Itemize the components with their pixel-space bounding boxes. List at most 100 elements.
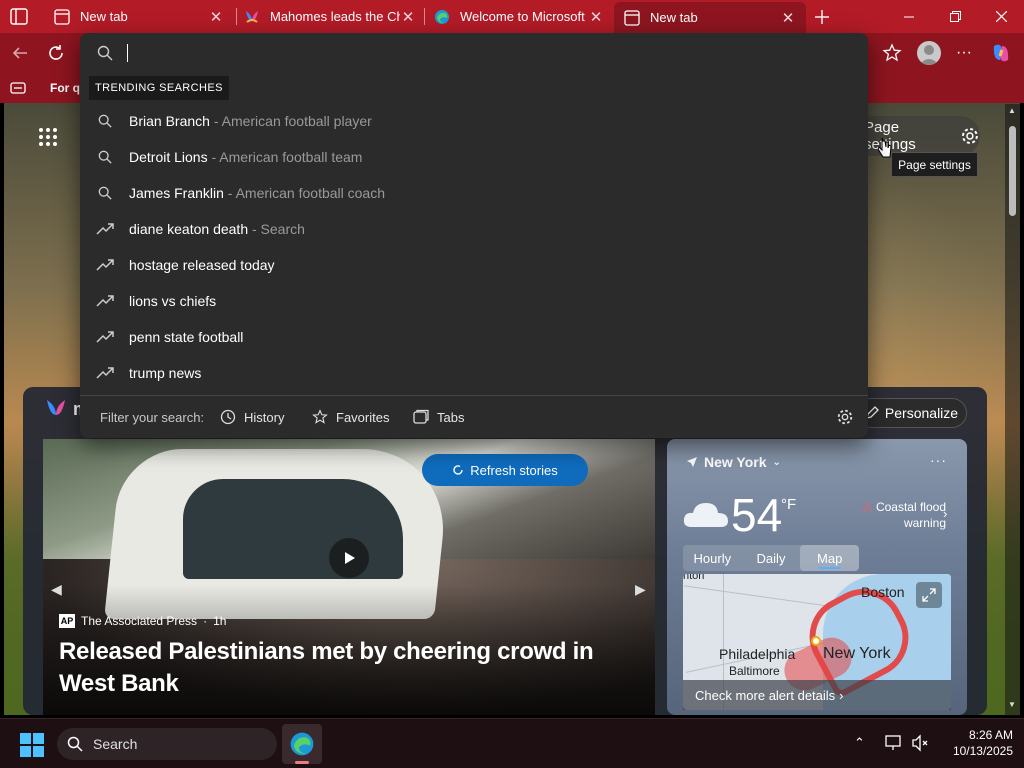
close-tab-icon[interactable]: ✕: [208, 8, 224, 26]
source-logo: AP: [59, 614, 75, 628]
personalize-button[interactable]: Personalize: [856, 398, 967, 428]
suggestion-text: penn state football: [129, 329, 244, 345]
mouse-cursor-icon: [877, 137, 892, 159]
new-tab-button[interactable]: [808, 0, 836, 33]
suggestion-item[interactable]: penn state football: [80, 319, 868, 355]
scroll-down-icon[interactable]: ▼: [1008, 700, 1016, 709]
map-location-pin: [811, 636, 821, 646]
tab-mahomes[interactable]: Mahomes leads the Chi ✕: [238, 0, 422, 33]
play-video-button[interactable]: [329, 538, 369, 578]
settings-more-button[interactable]: ···: [954, 43, 974, 63]
new-tab-icon: [54, 8, 70, 25]
grid-dots-icon: [39, 128, 57, 146]
restore-button[interactable]: [932, 0, 978, 33]
check-alert-label: Check more alert details: [695, 687, 836, 703]
scrollbar-thumb[interactable]: [1009, 126, 1016, 216]
filter-history-button[interactable]: History: [220, 409, 284, 425]
weather-location[interactable]: New York ⌄: [686, 454, 781, 470]
suggestion-item[interactable]: hostage released today: [80, 247, 868, 283]
filter-label: Filter your search:: [100, 409, 205, 425]
chevron-right-icon[interactable]: ›: [943, 506, 947, 521]
back-button[interactable]: [10, 43, 30, 63]
weather-tab-daily[interactable]: Daily: [742, 545, 801, 571]
text-caret: [127, 44, 128, 62]
gear-icon: [962, 128, 979, 144]
taskbar-edge-button[interactable]: [282, 724, 322, 764]
suggestion-item[interactable]: James Franklin - American football coach: [80, 175, 868, 211]
refresh-button[interactable]: [46, 43, 66, 63]
close-tab-icon[interactable]: ✕: [400, 8, 416, 26]
weather-alert-label: Coastal flood warning: [875, 500, 946, 530]
map-label-baltimore: Baltimore: [729, 664, 780, 678]
suggestions-divider: [80, 395, 868, 396]
taskbar-clock[interactable]: 8:26 AM 10/13/2025: [941, 727, 1013, 759]
minimize-button[interactable]: [886, 0, 932, 33]
scroll-up-icon[interactable]: ▲: [1008, 106, 1016, 115]
weather-alert[interactable]: ⚠ Coastal flood warning: [846, 499, 946, 531]
refresh-icon: [453, 465, 463, 475]
favorites-button[interactable]: [882, 43, 902, 63]
story-headline[interactable]: Released Palestinians met by cheering cr…: [59, 636, 649, 700]
weather-more-icon[interactable]: ···: [930, 452, 947, 468]
story-source: AP The Associated Press · 1h: [59, 614, 226, 628]
search-icon: [96, 112, 114, 130]
suggestion-text: hostage released today: [129, 257, 275, 273]
expand-map-button[interactable]: [916, 582, 942, 608]
map-label-boston: Boston: [861, 584, 905, 600]
weather-tab-hourly[interactable]: Hourly: [683, 545, 742, 571]
carousel-next-icon[interactable]: ▶: [635, 581, 646, 598]
chevron-down-icon: ⌄: [772, 456, 781, 468]
weather-tab-map[interactable]: Map: [800, 545, 860, 571]
check-alert-details-link[interactable]: Check more alert details ›: [683, 680, 951, 710]
taskbar-search-label: Search: [93, 736, 138, 752]
tab-welcome-edge[interactable]: Welcome to Microsoft E ✕: [426, 0, 612, 33]
close-tab-icon[interactable]: ✕: [780, 9, 796, 27]
search-icon: [96, 148, 114, 166]
suggestion-item[interactable]: Detroit Lions - American football team: [80, 139, 868, 175]
tab-new-tab-active[interactable]: New tab ✕: [614, 2, 806, 33]
close-icon: [995, 11, 1007, 22]
volume-muted-icon[interactable]: [911, 734, 929, 752]
network-icon[interactable]: [885, 734, 903, 752]
tab-new-tab-1[interactable]: New tab ✕: [44, 0, 234, 33]
copilot-button[interactable]: [990, 42, 1012, 64]
more-dots-icon: ···: [956, 44, 972, 61]
app-launcher-button[interactable]: [38, 127, 58, 147]
favbar-item-icon[interactable]: [10, 80, 26, 96]
clock-date: 10/13/2025: [952, 744, 1013, 758]
msn-butterfly-icon: [47, 400, 65, 415]
suggestion-subtitle: - American football coach: [223, 185, 386, 201]
refresh-icon: [49, 45, 63, 60]
start-button[interactable]: [20, 733, 44, 757]
address-bar-input[interactable]: [80, 33, 868, 73]
suggestion-item[interactable]: trump news: [80, 355, 868, 391]
reading-icon: [10, 82, 26, 94]
carousel-prev-icon[interactable]: ◀: [51, 581, 62, 598]
close-tab-icon[interactable]: ✕: [588, 8, 604, 26]
profile-avatar[interactable]: [917, 41, 941, 65]
gear-icon: [837, 409, 853, 425]
source-dot: ·: [203, 614, 208, 628]
filter-tabs-button[interactable]: Tabs: [413, 409, 464, 425]
minimize-icon: [904, 16, 914, 17]
trending-icon: [96, 220, 114, 238]
suggestion-subtitle: - American football player: [209, 113, 372, 129]
cloud-icon: [683, 497, 729, 529]
tab-title: New tab: [650, 10, 698, 25]
filter-favorites-button[interactable]: Favorites: [312, 409, 389, 425]
filter-history-label: History: [244, 409, 285, 425]
suggestion-item[interactable]: diane keaton death - Search: [80, 211, 868, 247]
taskbar-search-box[interactable]: Search: [57, 728, 277, 760]
page-settings-button[interactable]: Page settings: [854, 116, 980, 156]
search-settings-button[interactable]: [836, 408, 854, 426]
star-icon: [312, 409, 328, 424]
suggestion-item[interactable]: lions vs chiefs: [80, 283, 868, 319]
close-window-button[interactable]: [978, 0, 1024, 33]
source-name: The Associated Press: [81, 614, 198, 628]
suggestion-item[interactable]: Brian Branch - American football player: [80, 103, 868, 139]
refresh-stories-button[interactable]: Refresh stories: [422, 454, 588, 486]
hero-image-bus-window: [183, 479, 403, 579]
tab-actions-icon[interactable]: [10, 8, 28, 25]
chevron-up-icon[interactable]: ⌃: [854, 735, 865, 751]
back-arrow-icon: [12, 47, 27, 59]
